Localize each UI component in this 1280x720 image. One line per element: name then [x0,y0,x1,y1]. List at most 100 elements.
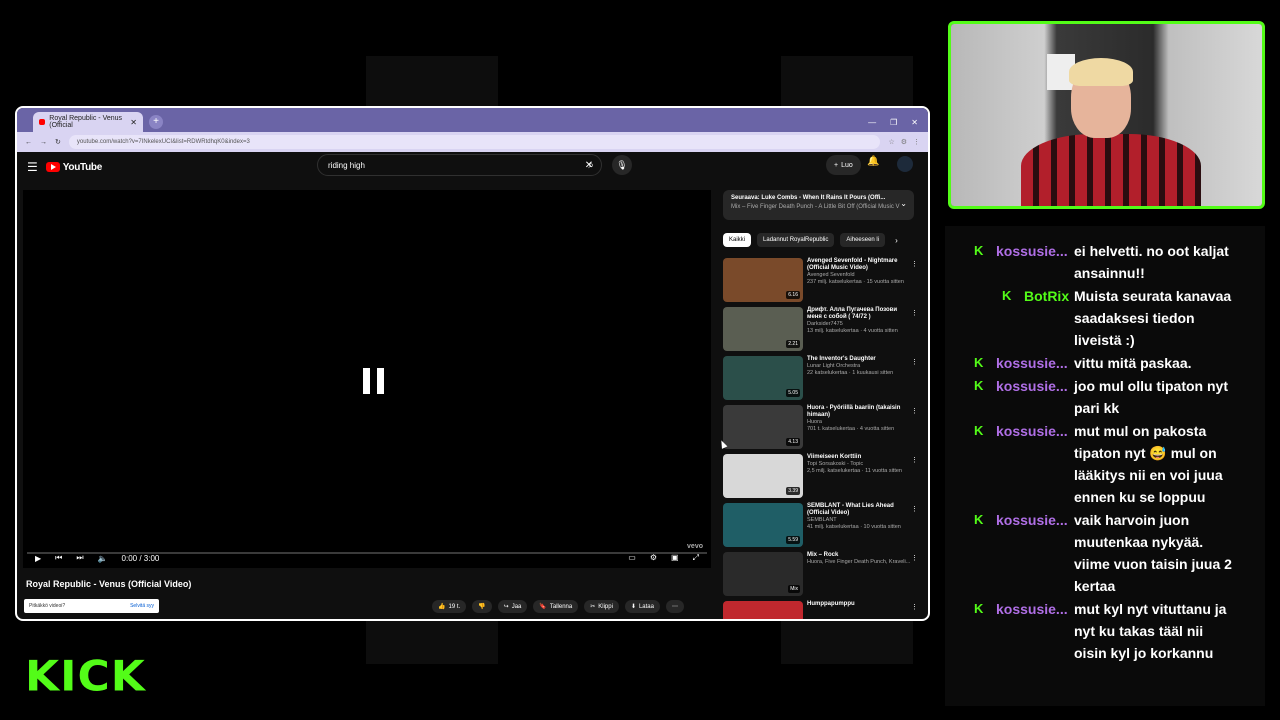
save-button[interactable]: 🔖 Tallenna [533,600,579,613]
video-actions: 👍 19 t. 👎 ↪ Jaa 🔖 Tallenna ✂ Klippi ⬇ Lataa ⋯ [432,600,684,613]
extension-icon[interactable]: ⚙ [901,138,907,146]
more-options-icon[interactable]: ⋮ [911,309,918,317]
video-thumbnail[interactable]: 4.13 [723,405,803,449]
video-item-meta: 237 milj. katselukertaa · 15 vuotta sitt… [807,279,904,285]
kick-badge-icon: K [974,243,984,258]
chat-username[interactable]: kossusie... [996,598,1074,664]
minimize-icon[interactable]: — [868,118,876,127]
chip-related[interactable]: Aiheeseen li [840,233,886,247]
chevron-down-icon[interactable]: ⌄ [900,199,907,208]
clip-button[interactable]: ✂ Klippi [584,600,619,613]
reload-icon[interactable]: ↻ [55,138,61,146]
more-icon: ⋯ [671,604,678,610]
more-options-icon[interactable]: ⋮ [911,603,918,611]
chat-text: Muista seurata kanavaa saadaksesi tiedon… [1074,288,1232,348]
close-tab-icon[interactable]: ✕ [130,118,137,127]
time-display: 0:00 / 3:00 [121,553,160,563]
recommended-video[interactable]: Mix Mix – Rock Huora, Five Finger Death … [723,552,918,601]
recommended-video[interactable]: 6.16 Avenged Sevenfold - Nightmare (Offi… [723,258,918,307]
pause-icon[interactable] [363,368,385,394]
dislike-button[interactable]: 👎 [472,600,492,613]
video-item-meta: 13 milj. katselukertaa · 4 vuotta sitten [807,328,898,334]
feedback-toast: Pitkäkkö videoi? Selvitä syy [24,599,159,613]
chip-all[interactable]: Kaikki [723,233,752,247]
create-button[interactable]: + Luo [826,155,861,175]
video-thumbnail[interactable] [723,601,803,619]
recommended-video[interactable]: 5.05 The Inventor's Daughter Lunar Light… [723,356,918,405]
volume-icon[interactable]: 🔈 [98,554,108,563]
video-item-title: Avenged Sevenfold - Nightmare (Official … [807,258,898,271]
browser-tab[interactable]: Royal Republic - Venus (Official ✕ [33,112,143,132]
recommended-video[interactable]: 5.59 SEMBLANT - What Lies Ahead (Officia… [723,503,918,552]
chat-username[interactable]: kossusie... [996,509,1074,597]
webcam-overlay [948,21,1265,209]
video-thumbnail[interactable]: Mix [723,552,803,596]
next-icon[interactable]: ⏭ [76,553,83,563]
duration-badge: 5.05 [786,389,800,397]
recommended-video[interactable]: 3.39 Viimeiseen Korttiin Topi Sorsakoski… [723,454,918,503]
settings-gear-icon[interactable]: ⚙ [650,553,657,563]
chevron-right-icon[interactable]: › [895,236,898,245]
chip-uploaded[interactable]: Ladannut RoyalRepublic [757,233,835,247]
video-item-title: The Inventor's Daughter [807,356,876,362]
filter-chips: Kaikki Ladannut RoyalRepublic Aiheeseen … [723,233,898,247]
bookmark-icon[interactable]: ☆ [888,138,894,146]
hamburger-menu-icon[interactable]: ☰ [27,160,38,174]
youtube-logo[interactable]: YouTube [45,162,102,173]
create-label: Luo [841,161,853,169]
more-options-icon[interactable]: ⋮ [911,505,918,513]
more-options-icon[interactable]: ⋮ [911,554,918,562]
video-title: Royal Republic - Venus (Official Video) [26,579,192,589]
theater-mode-icon[interactable]: ▣ [671,553,679,563]
share-button[interactable]: ↪ Jaa [497,600,528,613]
search-button[interactable]: ⌕ [580,154,602,176]
more-options-icon[interactable]: ⋮ [911,260,918,268]
video-thumbnail[interactable]: 3.39 [723,454,803,498]
video-thumbnail[interactable]: 2.21 [723,307,803,351]
fullscreen-icon[interactable]: ⤢ [693,553,699,563]
chat-username[interactable]: kossusie... [996,240,1074,284]
video-item-title: Дрифт. Алла Пугачева Позови меня с собой… [807,307,898,320]
avatar[interactable] [897,156,913,172]
subtitles-icon[interactable]: ▭ [628,553,636,563]
search-input[interactable]: riding high ✕ [317,154,602,176]
recommended-video[interactable]: 4.13 Huora - Pyöriillä baariin (takaisin… [723,405,918,454]
maximize-icon[interactable]: ❐ [890,118,897,127]
recommended-video[interactable]: Humppapumppu ⋮ [723,601,918,619]
back-icon[interactable]: ← [25,139,32,146]
download-button[interactable]: ⬇ Lataa [624,600,660,613]
chat-username[interactable]: BotRix [1024,285,1074,351]
toast-link[interactable]: Selvitä syy [130,603,154,609]
notifications-bell-icon[interactable]: 🔔 [867,156,879,167]
next-up-panel[interactable]: Seuraava: Luke Combs - When It Rains It … [723,190,914,220]
new-tab-button[interactable]: + [149,115,163,129]
video-thumbnail[interactable]: 5.59 [723,503,803,547]
url-field[interactable]: youtube.com/watch?v=7INkelexUCI&list=RDW… [68,135,881,149]
forward-icon[interactable]: → [40,139,47,146]
video-thumbnail[interactable]: 6.16 [723,258,803,302]
chat-username[interactable]: kossusie... [996,420,1074,508]
like-button[interactable]: 👍 19 t. [432,600,467,613]
chat-username[interactable]: kossusie... [996,375,1074,419]
video-thumbnail[interactable]: 5.05 [723,356,803,400]
voice-search-icon[interactable]: 🎙 [612,155,632,175]
chat-username[interactable]: kossusie... [996,352,1074,374]
more-options-icon[interactable]: ⋮ [911,456,918,464]
video-item-channel: Huora [807,419,822,425]
play-icon[interactable]: ▶ [35,554,41,563]
plus-icon: + [834,161,839,169]
more-options-icon[interactable]: ⋮ [911,358,918,366]
kick-badge-icon: K [974,601,984,616]
chat-text: mut kyl nyt vituttanu ja nyt ku takas tä… [1074,601,1227,661]
scissors-icon: ✂ [590,604,596,610]
youtube-favicon-icon [39,119,46,125]
menu-icon[interactable]: ⋮ [913,138,920,146]
video-item-channel: Darksider7475 [807,321,843,327]
previous-icon[interactable]: ⏮ [55,553,62,563]
close-window-icon[interactable]: ✕ [911,118,918,127]
more-actions-button[interactable]: ⋯ [665,600,684,613]
chat-message: K kossusie... mut mul on pakosta tipaton… [948,420,1263,508]
more-options-icon[interactable]: ⋮ [911,407,918,415]
recommended-video[interactable]: 2.21 Дрифт. Алла Пугачева Позови меня с … [723,307,918,356]
video-player[interactable]: vevo ▶ ⏮ ⏭ 🔈 0:00 / 3:00 ▭ ⚙ ▣ ⤢ [23,190,711,568]
